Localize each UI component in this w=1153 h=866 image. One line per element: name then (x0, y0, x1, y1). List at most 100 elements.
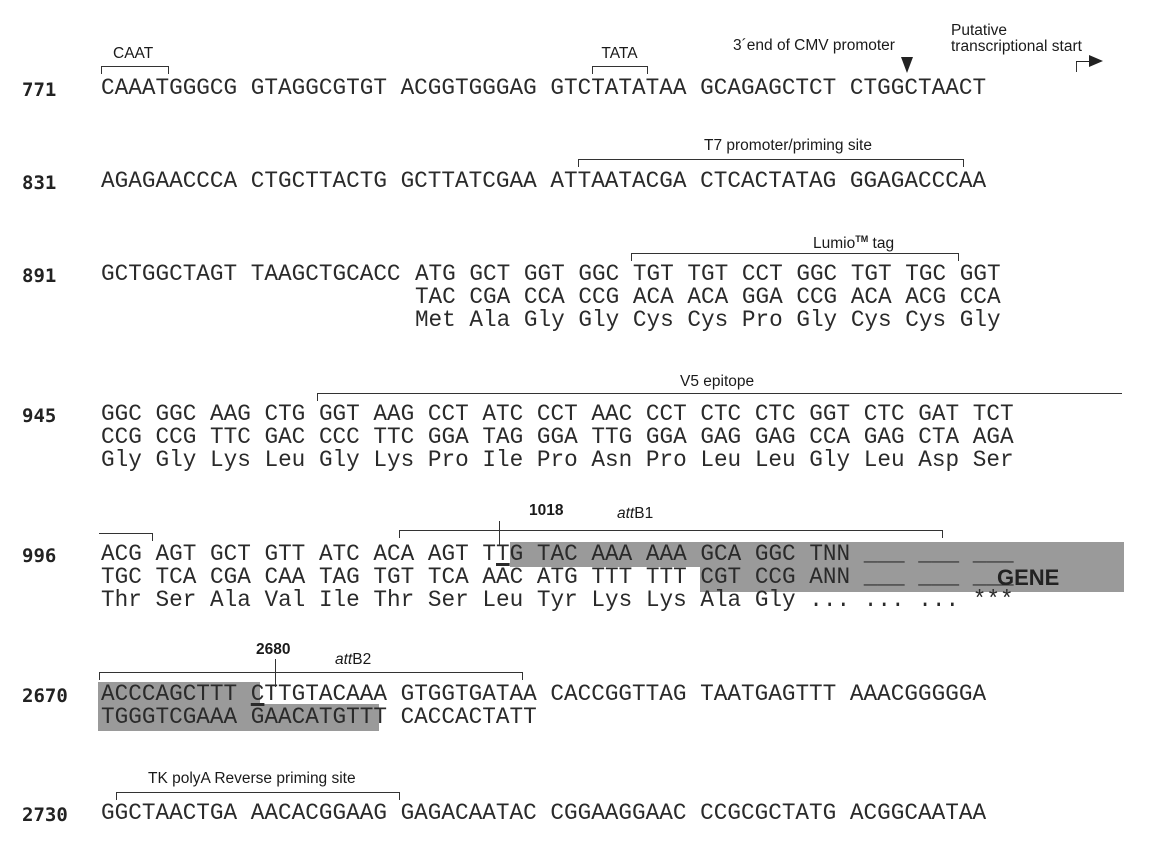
amino-acid: Gly (578, 307, 620, 333)
sequence-group: CACCGGTTAG (550, 681, 687, 707)
bottom-strand-codons: CCG CCG TTC GAC CCC TTC GGA TAG GGA TTG … (101, 426, 1014, 449)
sequence-group: ACGGCAATAA (849, 800, 987, 826)
site-marker-tick (275, 659, 277, 687)
t7-bracket (577, 159, 964, 167)
gene-label: GENE (997, 565, 1060, 590)
top-strand-codons: GGC GGC AAG CTG GGT AAG CCT ATC CCT AAC … (101, 403, 1014, 426)
amino-acid: Lys (373, 447, 415, 473)
sequence-group: GAACATGTTT (250, 704, 387, 730)
sequence-group: CAAATGGGCG (101, 75, 238, 101)
top-strand-codons: ACG AGT GCT GTT ATC ACA AGT TTG TAC AAA … (101, 543, 1014, 566)
trademark-symbol: TM (855, 234, 869, 244)
sequence-group: TAATGAGTTT (700, 681, 837, 707)
transcription-start-label-line1: Putative (951, 22, 1008, 39)
amino-acid: ... (863, 587, 905, 613)
attb-suffix: B1 (634, 505, 654, 522)
amino-acid: Gly (754, 587, 796, 613)
amino-acid: Lys (209, 447, 251, 473)
amino-acid: Ser (427, 587, 469, 613)
att-italic: att (335, 651, 353, 668)
amino-acid-translation: Met Ala Gly Gly Cys Cys Pro Gly Cys Cys … (415, 309, 1001, 332)
lumio-tag-label: LumioTM tag (813, 231, 894, 252)
amino-acid: Met (414, 307, 456, 333)
site-marker-tick (498, 521, 500, 545)
bottom-strand-codons: TGC TCA CGA CAA TAG TGT TCA AAC ATG TTT … (101, 566, 1014, 589)
sequence-group: CGGAAGGAAC (550, 800, 687, 826)
lumio-text: Lumio (813, 235, 856, 253)
amino-acid: Ala (700, 587, 742, 613)
bottom-strand: TGGGTCGAAA GAACATGTTT CACCACTATT (101, 706, 537, 729)
top-strand-codons: ATG GCT GGT GGC TGT TGT CCT GGC TGT TGC … (415, 263, 1001, 286)
top-strand: AGAGAACCCA CTGCTTACTG GCTTATCGAA ATTAATA… (101, 170, 986, 193)
sequence-group: GCAGAGCTCT (700, 75, 837, 101)
tata-bracket (592, 66, 648, 74)
sequence-group: GTCTATATAA (550, 75, 687, 101)
sequence-group: GGAGACCCAA (849, 168, 987, 194)
amino-acid: Cys (687, 307, 729, 333)
sequence-group: GAGACAATAC (400, 800, 537, 826)
sequence-group: CTGCTTACTG (250, 168, 387, 194)
amino-acid: Gly (155, 447, 197, 473)
amino-acid: Ser (155, 587, 197, 613)
position-number: 891 (22, 265, 57, 287)
transcription-start-label-line2: transcriptional start (951, 38, 1082, 55)
amino-acid: Lys (645, 587, 687, 613)
bent-arrow-stem (1076, 61, 1077, 72)
sequence-group: CTCACTATAG (700, 168, 837, 194)
sequence-group: GTAGGCGTGT (250, 75, 387, 101)
amino-acid: Leu (754, 447, 796, 473)
amino-acid: Ala (209, 587, 251, 613)
top-strand-prefix: GCTGGCTAGT TAAGCTGCACC (101, 263, 401, 286)
sequence-group: TGGGTCGAAA (101, 704, 238, 730)
amino-acid: ... (809, 587, 851, 613)
position-number: 945 (22, 405, 57, 427)
bent-arrow-icon (1076, 61, 1090, 62)
amino-acid: ... (918, 587, 960, 613)
amino-acid: Ile (318, 587, 360, 613)
caat-bracket (101, 66, 170, 74)
amino-acid: Lys (591, 587, 633, 613)
sequence-group: AAACGGGGGA (849, 681, 987, 707)
tata-label: TATA (601, 45, 638, 62)
amino-acid: Pro (427, 447, 469, 473)
amino-acid: Thr (101, 587, 142, 613)
amino-acid: Gly (318, 447, 360, 473)
position-number: 831 (22, 172, 57, 194)
att-italic: att (617, 505, 635, 522)
sequence-group: CTGGCTAACT (849, 75, 987, 101)
top-strand: ACCCAGCTTT CTTGTACAAA GTGGTGATAA CACCGGT… (101, 683, 986, 706)
position-number: 996 (22, 545, 57, 567)
attb-suffix: B2 (352, 651, 372, 668)
amino-acid-translation: Gly Gly Lys Leu Gly Lys Pro Ile Pro Asn … (101, 449, 1014, 472)
arrowhead-down-icon (901, 57, 913, 73)
amino-acid: Gly (796, 307, 838, 333)
amino-acid: Pro (536, 447, 578, 473)
amino-acid: Pro (741, 307, 783, 333)
amino-acid: Cys (632, 307, 674, 333)
position-number: 2670 (22, 685, 68, 707)
sequence-group: CCGCGCTATG (700, 800, 837, 826)
top-strand: GGCTAACTGA AACACGGAAG GAGACAATAC CGGAAGG… (101, 802, 986, 825)
v5-epitope-label: V5 epitope (680, 373, 755, 390)
amino-acid-translation: Thr Ser Ala Val Ile Thr Ser Leu Tyr Lys … (101, 589, 1014, 612)
amino-acid: Gly (809, 447, 851, 473)
amino-acid: Ser (972, 447, 1014, 473)
caat-label: CAAT (113, 45, 154, 62)
amino-acid: Thr (373, 587, 415, 613)
arrowhead-right-icon (1089, 55, 1103, 67)
amino-acid: Gly (959, 307, 1001, 333)
amino-acid: Asn (591, 447, 633, 473)
top-strand: CAAATGGGCG GTAGGCGTGT ACGGTGGGAG GTCTATA… (101, 77, 986, 100)
amino-acid: Pro (645, 447, 687, 473)
sequence-group: GGCTAACTGA (101, 800, 238, 826)
amino-acid: Leu (482, 587, 524, 613)
amino-acid: Leu (863, 447, 905, 473)
attb1-label: attB1 (617, 505, 653, 522)
amino-acid: Cys (850, 307, 892, 333)
amino-acid: Ala (469, 307, 511, 333)
amino-acid: Asp (918, 447, 960, 473)
sequence-group: AGAGAACCCA (101, 168, 238, 194)
tk-polya-bracket (116, 792, 400, 800)
amino-acid: Gly (523, 307, 565, 333)
attb2-bracket (99, 672, 523, 680)
